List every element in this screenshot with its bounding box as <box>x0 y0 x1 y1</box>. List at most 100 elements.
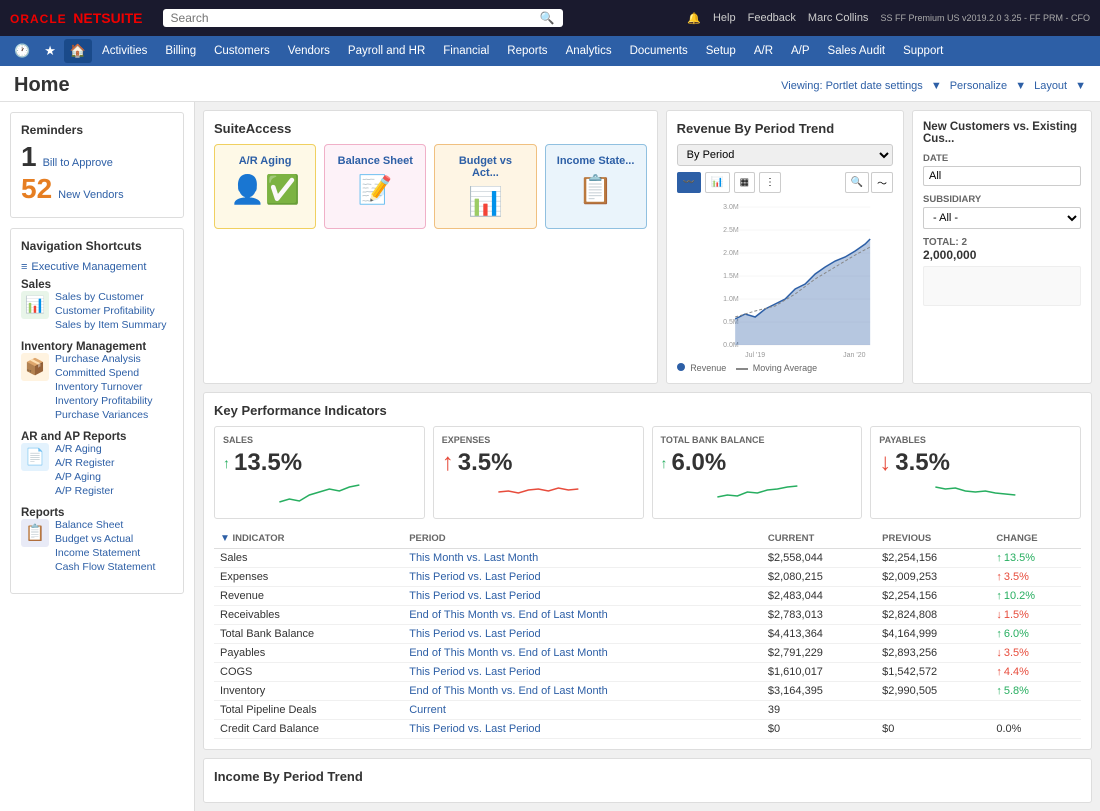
subsidiary-label: SUBSIDIARY <box>923 194 1081 205</box>
td-indicator: Credit Card Balance <box>214 720 403 739</box>
search-input[interactable] <box>171 11 540 25</box>
customer-profitability[interactable]: Customer Profitability <box>55 305 166 317</box>
period-link[interactable]: This Period vs. Last Period <box>409 571 540 583</box>
table-row: Inventory End of This Month vs. End of L… <box>214 682 1081 701</box>
svg-text:2.5M: 2.5M <box>723 227 739 234</box>
period-link[interactable]: This Month vs. Last Month <box>409 552 538 564</box>
chart-area-icon[interactable]: ▦ <box>734 172 755 193</box>
budget-vs-actual[interactable]: Budget vs Actual <box>55 533 155 545</box>
ar-aging[interactable]: A/R Aging <box>55 443 115 455</box>
suite-card-budget[interactable]: Budget vs Act... 📊 <box>434 144 536 229</box>
chart-scatter-icon[interactable]: ⋮ <box>759 172 781 193</box>
top-icons: 🔔 Help Feedback Marc Collins SS FF Premi… <box>687 12 1090 25</box>
period-select[interactable]: By Period <box>677 144 893 166</box>
income-statement[interactable]: Income Statement <box>55 547 155 559</box>
help-link[interactable]: Help <box>713 12 736 24</box>
suite-card-budget-icon: 📊 <box>445 185 525 218</box>
suite-card-balance-sheet[interactable]: Balance Sheet 📝 <box>324 144 426 229</box>
chart-wave-icon[interactable]: 〜 <box>871 172 893 193</box>
date-input[interactable] <box>923 166 1081 186</box>
nav-analytics[interactable]: Analytics <box>558 41 620 61</box>
nav-reports[interactable]: Reports <box>499 41 555 61</box>
nav-billing[interactable]: Billing <box>157 41 204 61</box>
search-bar[interactable]: 🔍 <box>163 9 563 27</box>
reports-section: Reports 📋 Balance Sheet Budget vs Actual… <box>21 507 173 573</box>
personalize-chevron[interactable]: ▼ <box>1015 80 1026 92</box>
sales-by-customer[interactable]: Sales by Customer <box>55 291 166 303</box>
feedback-link[interactable]: Feedback <box>748 12 796 24</box>
nav-documents[interactable]: Documents <box>622 41 696 61</box>
nav-payroll[interactable]: Payroll and HR <box>340 41 433 61</box>
th-change: CHANGE <box>990 529 1081 549</box>
chart-bar-icon[interactable]: 📊 <box>705 172 729 193</box>
nav-setup[interactable]: Setup <box>698 41 744 61</box>
exec-management-link[interactable]: ≡ Executive Management <box>21 261 173 273</box>
nav-home-icon[interactable]: 🏠 <box>64 39 92 63</box>
td-current: $0 <box>762 720 876 739</box>
suite-card-ar-aging[interactable]: A/R Aging 👤✅ <box>214 144 316 229</box>
chart-zoom-icon[interactable]: 🔍 <box>845 172 869 193</box>
reminder-bill-link[interactable]: Bill to Approve <box>43 157 113 169</box>
income-trend-panel: Income By Period Trend <box>203 758 1092 803</box>
sort-icon[interactable]: ▼ <box>220 533 230 544</box>
period-link[interactable]: Current <box>409 704 446 716</box>
new-customers-title: New Customers vs. Existing Cus... <box>923 121 1081 145</box>
period-link[interactable]: This Period vs. Last Period <box>409 590 540 602</box>
td-period: This Period vs. Last Period <box>403 568 762 587</box>
balance-sheet[interactable]: Balance Sheet <box>55 519 155 531</box>
arrow-up-icon: ↑ <box>996 628 1002 640</box>
revenue-trend-panel: Revenue By Period Trend By Period 〰️ 📊 ▦… <box>666 110 904 384</box>
nav-ap[interactable]: A/P <box>783 41 818 61</box>
sales-by-item[interactable]: Sales by Item Summary <box>55 319 166 331</box>
ar-register[interactable]: A/R Register <box>55 457 115 469</box>
layout-chevron[interactable]: ▼ <box>1075 80 1086 92</box>
reports-shortcut-group: 📋 Balance Sheet Budget vs Actual Income … <box>21 519 173 573</box>
inventory-profitability[interactable]: Inventory Profitability <box>55 395 152 407</box>
period-link[interactable]: This Period vs. Last Period <box>409 628 540 640</box>
purchase-analysis[interactable]: Purchase Analysis <box>55 353 152 365</box>
cash-flow-statement[interactable]: Cash Flow Statement <box>55 561 155 573</box>
purchase-variances[interactable]: Purchase Variances <box>55 409 152 421</box>
ap-register[interactable]: A/P Register <box>55 485 115 497</box>
inventory-section-title: Inventory Management <box>21 341 173 353</box>
ap-aging[interactable]: A/P Aging <box>55 471 115 483</box>
arap-shortcut-group: 📄 A/R Aging A/R Register A/P Aging A/P R… <box>21 443 173 497</box>
nav-vendors[interactable]: Vendors <box>280 41 338 61</box>
change-up: ↑ 10.2% <box>996 590 1075 602</box>
period-link[interactable]: End of This Month vs. End of Last Month <box>409 685 608 697</box>
nav-ar[interactable]: A/R <box>746 41 781 61</box>
subsidiary-select[interactable]: - All - <box>923 207 1081 229</box>
nav-support[interactable]: Support <box>895 41 951 61</box>
inventory-turnover[interactable]: Inventory Turnover <box>55 381 152 393</box>
nav-customers[interactable]: Customers <box>206 41 278 61</box>
personalize-button[interactable]: Personalize <box>950 80 1007 92</box>
notifications-icon[interactable]: 🔔 <box>687 12 701 25</box>
nav-financial[interactable]: Financial <box>435 41 497 61</box>
nav-sales-audit[interactable]: Sales Audit <box>820 41 894 61</box>
suite-card-income[interactable]: Income State... 📋 <box>545 144 647 229</box>
period-link[interactable]: End of This Month vs. End of Last Month <box>409 647 608 659</box>
income-trend-title: Income By Period Trend <box>214 769 1081 784</box>
period-link[interactable]: This Period vs. Last Period <box>409 723 540 735</box>
portlet-date-chevron[interactable]: ▼ <box>931 80 942 92</box>
legend-revenue: Revenue <box>677 363 727 373</box>
nav-clock-icon[interactable]: 🕐 <box>8 39 36 63</box>
period-link[interactable]: This Period vs. Last Period <box>409 666 540 678</box>
kpi-sales-arrow: ↑ <box>223 455 230 471</box>
nav-activities[interactable]: Activities <box>94 41 155 61</box>
td-previous: $2,254,156 <box>876 587 990 606</box>
td-indicator: Revenue <box>214 587 403 606</box>
sales-links: Sales by Customer Customer Profitability… <box>55 291 166 331</box>
suite-card-income-title: Income State... <box>556 155 636 167</box>
nav-star-icon[interactable]: ★ <box>38 39 62 63</box>
period-link[interactable]: End of This Month vs. End of Last Month <box>409 609 608 621</box>
reminder-vendor-link[interactable]: New Vendors <box>58 189 123 201</box>
kpi-sales-value: ↑ 13.5% <box>223 449 416 477</box>
portlet-date-settings[interactable]: Viewing: Portlet date settings <box>781 80 923 92</box>
td-current: $2,080,215 <box>762 568 876 587</box>
committed-spend[interactable]: Committed Spend <box>55 367 152 379</box>
kpi-sales-label: SALES <box>223 435 416 445</box>
chart-line-icon[interactable]: 〰️ <box>677 172 701 193</box>
user-name[interactable]: Marc Collins <box>808 12 869 24</box>
layout-button[interactable]: Layout <box>1034 80 1067 92</box>
